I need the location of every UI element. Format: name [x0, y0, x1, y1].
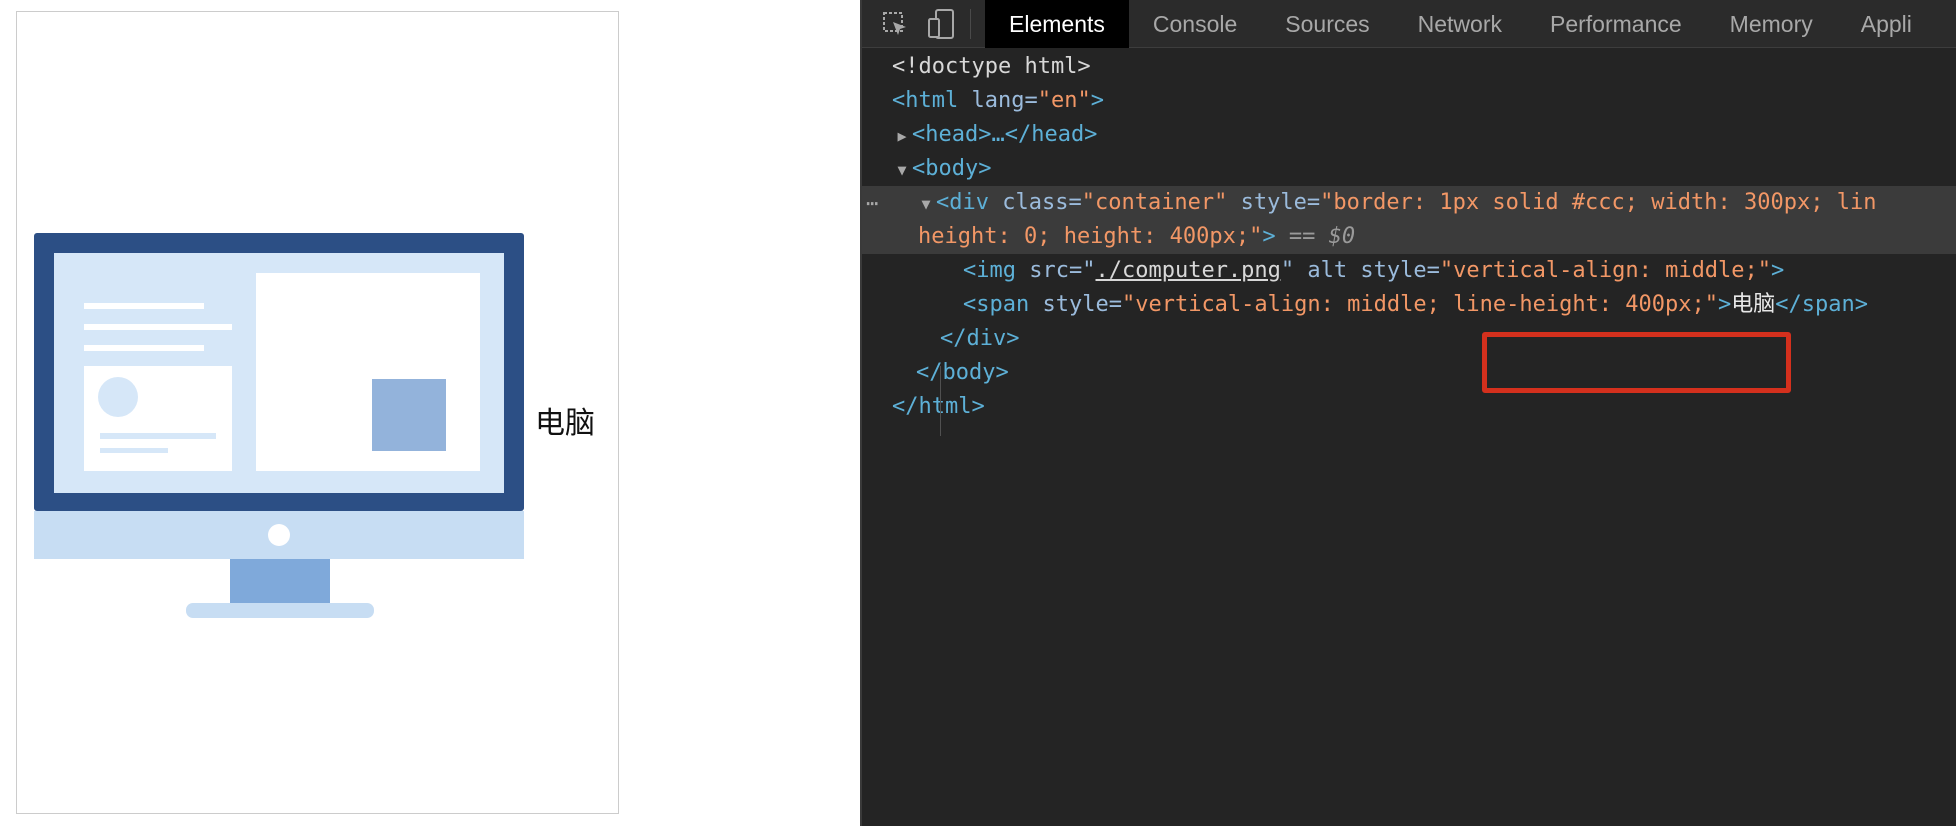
- html-close-tag: </html>: [892, 394, 985, 419]
- html-lang-value: "en": [1037, 88, 1091, 113]
- span-line-height-value: line-height: 400px;": [1453, 292, 1719, 317]
- span-style-attr: style: [1042, 292, 1109, 317]
- img-src-attr: src: [1029, 258, 1069, 283]
- toolbar-separator: [970, 9, 971, 39]
- img-alt-attr: alt: [1307, 258, 1348, 283]
- tree-line-div-close[interactable]: </div>: [862, 322, 1956, 356]
- html-tag: <html: [892, 88, 959, 113]
- tree-line-body-open[interactable]: ▼ <body>: [862, 152, 1956, 186]
- img-tag-close: >: [1771, 258, 1785, 283]
- tree-line-html-open[interactable]: <html lang="en">: [862, 84, 1956, 118]
- div-close-tag: </div>: [940, 326, 1020, 351]
- html-tag-close: >: [1090, 88, 1104, 113]
- span-text-node: 电脑: [1731, 292, 1776, 317]
- tree-line-div-selected[interactable]: ⋯ ▼ <div class="container" style="border:…: [862, 186, 1956, 220]
- tree-line-body-close[interactable]: </body>: [862, 356, 1956, 390]
- device-toolbar-icon[interactable]: [918, 0, 964, 48]
- tab-performance[interactable]: Performance: [1526, 0, 1706, 48]
- tree-line-span[interactable]: <span style="vertical-align: middle; lin…: [862, 288, 1956, 322]
- div-style-value-cont: height: 0; height: 400px;": [918, 224, 1263, 249]
- div-tag-close: >: [1262, 224, 1276, 249]
- expand-triangle-icon[interactable]: ▶: [892, 119, 912, 153]
- tab-sources[interactable]: Sources: [1261, 0, 1393, 48]
- img-tag: <img: [963, 258, 1016, 283]
- span-style-value: "vertical-align: middle;: [1121, 292, 1440, 317]
- devtools-toolbar: Elements Console Sources Network Perform…: [862, 0, 1956, 48]
- tree-line-head[interactable]: ▶ <head>…</head>: [862, 118, 1956, 152]
- html-lang-attr: lang: [971, 88, 1025, 113]
- body-close-tag: </body>: [916, 360, 1009, 385]
- span-tag: <span: [963, 292, 1030, 317]
- collapse-triangle-icon[interactable]: ▼: [916, 187, 936, 221]
- img-style-value: "vertical-align: middle;": [1439, 258, 1772, 283]
- tree-line-html-close[interactable]: </html>: [862, 390, 1956, 424]
- div-tag: <div: [936, 190, 989, 215]
- div-style-value: "border: 1px solid #ccc; width: 300px; l…: [1320, 190, 1877, 215]
- tree-line-img[interactable]: <img src="./computer.png" alt style="ver…: [862, 254, 1956, 288]
- page-viewport: 电脑: [0, 0, 860, 826]
- computer-caption: 电脑: [535, 406, 595, 441]
- tab-application[interactable]: Appli: [1837, 0, 1936, 48]
- devtools-panel: Elements Console Sources Network Perform…: [860, 0, 1956, 826]
- selected-marker: == $0: [1288, 224, 1356, 249]
- img-style-attr: style: [1360, 258, 1427, 283]
- div-class-attr: class: [1002, 190, 1069, 215]
- head-tag: <head>…</head>: [912, 122, 1098, 147]
- img-src-link[interactable]: ./computer.png: [1095, 258, 1280, 283]
- span-close-tag: </span>: [1775, 292, 1868, 317]
- tab-network[interactable]: Network: [1394, 0, 1526, 48]
- tree-guide-line: [940, 366, 941, 436]
- tab-console[interactable]: Console: [1129, 0, 1261, 48]
- div-class-value: "container": [1081, 190, 1228, 215]
- computer-illustration: [34, 233, 524, 618]
- container-div: 电脑: [16, 11, 619, 814]
- div-style-attr: style: [1240, 190, 1307, 215]
- tab-memory[interactable]: Memory: [1706, 0, 1837, 48]
- tree-line-div-selected-cont[interactable]: height: 0; height: 400px;"> == $0: [862, 220, 1956, 254]
- inspect-element-icon[interactable]: [872, 0, 918, 48]
- tab-elements[interactable]: Elements: [985, 0, 1129, 48]
- elements-tree: <!doctype html> <html lang="en"> ▶ <head>…: [862, 50, 1956, 436]
- collapse-triangle-icon[interactable]: ▼: [892, 153, 912, 187]
- more-options-icon[interactable]: ⋯: [866, 186, 878, 220]
- body-tag: <body>: [912, 156, 992, 181]
- doctype-text: <!doctype html>: [892, 54, 1091, 79]
- tree-line-doctype[interactable]: <!doctype html>: [862, 50, 1956, 84]
